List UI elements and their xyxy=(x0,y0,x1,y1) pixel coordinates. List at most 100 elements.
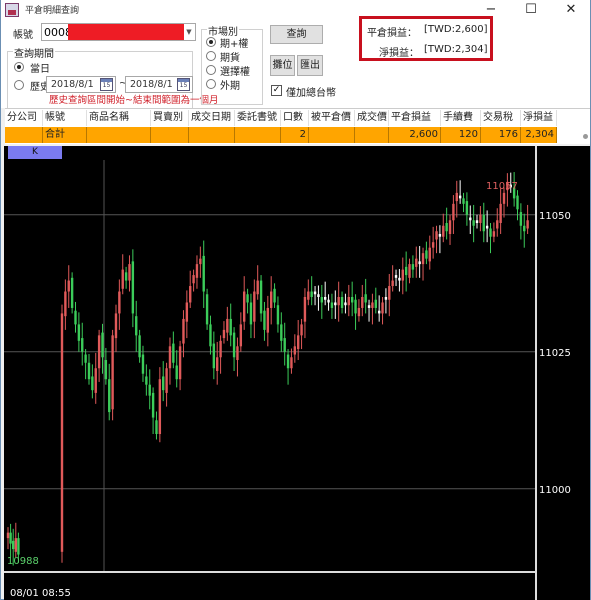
candle-body xyxy=(155,420,158,434)
market-radio-futures-options[interactable] xyxy=(206,37,216,47)
position-button[interactable]: 攤位 xyxy=(270,55,295,76)
candle-body xyxy=(141,354,145,374)
resize-grip[interactable] xyxy=(583,134,588,139)
candle-body xyxy=(172,343,175,363)
candlestick-chart: 11000 11025 11050 11057 10988 08/01 08:55 xyxy=(4,146,571,600)
total-only-label: 僅加總台幣 xyxy=(286,88,336,99)
column-header[interactable]: 商品名稱 xyxy=(87,110,151,126)
candle-body xyxy=(14,538,17,552)
candle-body xyxy=(502,192,506,204)
net-pnl-label: 淨損益： xyxy=(379,48,419,59)
export-button[interactable]: 匯出 xyxy=(297,55,323,76)
candle-body xyxy=(168,346,172,369)
query-button[interactable]: 查詢 xyxy=(270,25,323,44)
candle-body xyxy=(283,338,286,352)
table-cell: 2,600 xyxy=(389,127,441,143)
candle-body xyxy=(212,343,216,369)
column-header[interactable]: 帳號 xyxy=(43,110,87,126)
candle-body xyxy=(361,297,364,308)
date-from-value: 2018/8/1 xyxy=(51,79,94,90)
candle-body xyxy=(6,532,10,539)
column-header[interactable]: 手續費 xyxy=(441,110,481,126)
candle-body xyxy=(219,340,222,358)
candle-body xyxy=(77,324,81,341)
table-cell xyxy=(355,127,389,143)
candle-body xyxy=(448,220,452,234)
candle-body xyxy=(148,384,151,396)
column-header[interactable]: 口數 xyxy=(281,110,309,126)
candle-body xyxy=(243,291,246,322)
candle-body xyxy=(104,360,108,380)
candle-body xyxy=(259,280,263,314)
candle-body xyxy=(249,302,253,325)
candle-body xyxy=(232,332,236,358)
candle-body xyxy=(97,335,101,369)
column-header[interactable]: 成交日期 xyxy=(189,110,235,126)
candle-body xyxy=(101,332,104,358)
candle-body xyxy=(17,538,20,555)
market-radio-futures[interactable] xyxy=(206,51,216,61)
market-label-foreign-futures: 外期 xyxy=(220,81,240,92)
candle-body xyxy=(286,354,290,369)
column-header[interactable]: 平倉損益 xyxy=(389,110,441,126)
y-tick-label: 11025 xyxy=(539,348,571,359)
column-header[interactable]: 買賣別 xyxy=(151,110,189,126)
candle-body xyxy=(114,313,118,339)
candle-body xyxy=(310,291,313,297)
candle-body xyxy=(519,212,523,226)
candle-body xyxy=(384,297,388,300)
candle-body xyxy=(300,324,303,336)
candle-body xyxy=(523,225,526,232)
calendar-icon[interactable]: 15 xyxy=(177,78,190,91)
period-today-radio[interactable] xyxy=(14,62,24,72)
calendar-icon[interactable]: 15 xyxy=(100,78,113,91)
column-header[interactable]: 委託書號 xyxy=(235,110,281,126)
column-header[interactable]: 淨損益 xyxy=(521,110,557,126)
candle-body xyxy=(334,302,337,306)
candle-body xyxy=(138,335,141,358)
column-header[interactable]: 成交價 xyxy=(355,110,389,126)
pnl-table: 分公司 帳號 商品名稱 買賣別 成交日期 委託書號 口數 被平倉價 成交價 平倉損益 手續費 交易稅淨… xyxy=(5,108,590,144)
maximize-button[interactable]: ☐ xyxy=(511,0,551,20)
candle-body xyxy=(425,250,428,259)
candle-body xyxy=(418,261,421,265)
candle-body xyxy=(485,225,489,229)
y-tick-label: 11050 xyxy=(539,211,571,222)
column-header[interactable]: 交易稅 xyxy=(481,110,521,126)
total-only-checkbox[interactable]: ✓ xyxy=(271,85,282,96)
candle-body xyxy=(269,291,273,308)
market-label-futures-options: 期+權 xyxy=(220,39,249,50)
window-title: 平倉明細查詢 xyxy=(25,6,80,16)
date-from-field[interactable]: 2018/8/1 15 xyxy=(46,76,116,93)
candle-body xyxy=(499,203,502,224)
market-group: 市場別 期+權 期貨 選擇權 外期 xyxy=(201,23,263,105)
candle-body xyxy=(347,297,350,306)
date-to-field[interactable]: 2018/8/1 15 xyxy=(125,76,193,93)
candle-body xyxy=(364,294,367,303)
candle-body xyxy=(175,365,178,380)
candle-body xyxy=(182,318,185,344)
candle-body xyxy=(428,247,431,262)
period-today-label: 當日 xyxy=(30,64,50,75)
candle-body xyxy=(421,253,425,265)
market-radio-options[interactable] xyxy=(206,65,216,75)
table-cell: 合計 xyxy=(43,127,87,143)
table-cell xyxy=(235,127,281,143)
chevron-down-icon[interactable]: ▼ xyxy=(183,24,195,40)
market-radio-foreign-futures[interactable] xyxy=(206,79,216,89)
column-header[interactable]: 被平倉價 xyxy=(309,110,355,126)
candle-body xyxy=(307,291,310,300)
candle-body xyxy=(465,201,469,215)
column-header[interactable]: 分公司 xyxy=(5,110,43,126)
high-price-label: 11057 xyxy=(486,181,518,192)
close-button[interactable]: ✕ xyxy=(551,0,591,20)
candle-body xyxy=(111,335,114,410)
account-combobox[interactable]: 0008 ▼ xyxy=(41,23,196,41)
candle-body xyxy=(226,318,229,333)
period-history-radio[interactable] xyxy=(14,80,24,90)
candle-body xyxy=(496,220,499,229)
candle-body xyxy=(12,540,15,550)
app-window: 平倉明細查詢 − ☐ ✕ 帳號 0008 ▼ 查詢期間 當日 歷史 2018/8… xyxy=(0,0,591,600)
table-row[interactable]: 合計 2 2,600 120 176 2,304 xyxy=(5,127,587,143)
candle-body xyxy=(377,310,381,314)
